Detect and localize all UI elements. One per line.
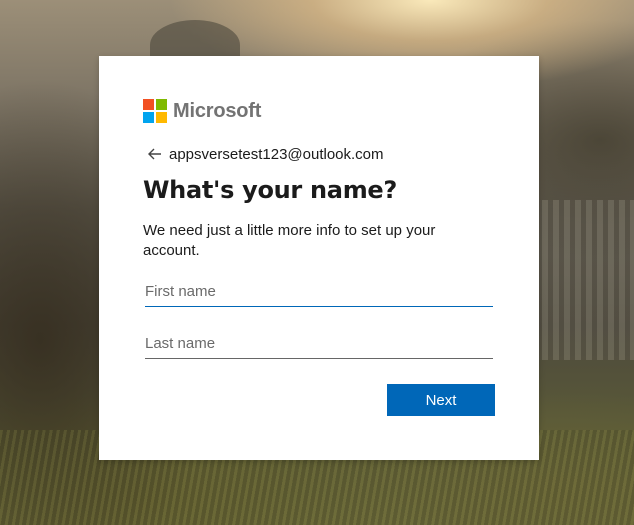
page-description: We need just a little more info to set u…: [143, 222, 436, 259]
next-button[interactable]: Next: [387, 384, 495, 416]
arrow-left-icon[interactable]: [147, 146, 163, 162]
page-title: What's your name?: [143, 176, 398, 204]
logo-square-green: [156, 99, 167, 110]
last-name-input[interactable]: [145, 328, 493, 359]
logo-square-yellow: [156, 112, 167, 123]
first-name-input[interactable]: [145, 276, 493, 307]
account-email: appsversetest123@outlook.com: [169, 145, 384, 163]
logo-square-red: [143, 99, 154, 110]
microsoft-logo: Microsoft: [143, 99, 261, 123]
identity-banner: appsversetest123@outlook.com: [147, 143, 384, 165]
signup-card: Microsoft appsversetest123@outlook.com W…: [99, 56, 539, 460]
logo-square-blue: [143, 112, 154, 123]
microsoft-logo-icon: [143, 99, 167, 123]
logo-wordmark: Microsoft: [173, 99, 262, 122]
